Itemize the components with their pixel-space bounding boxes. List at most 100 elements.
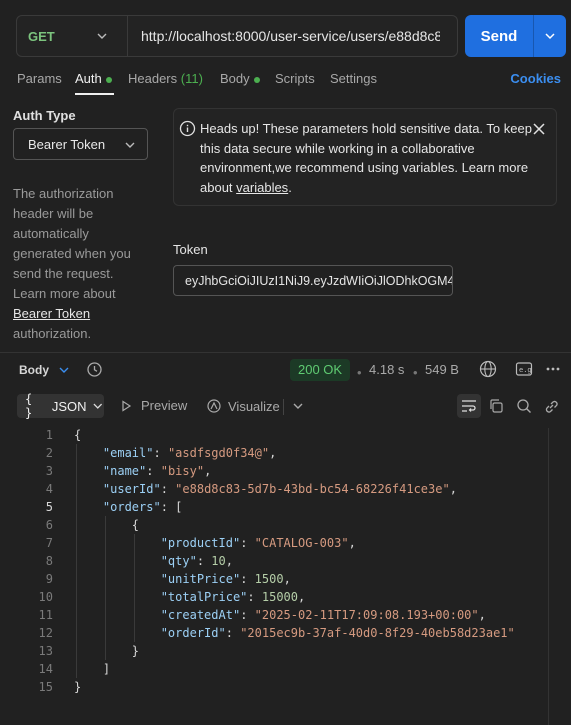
info-icon xyxy=(179,120,196,137)
auth-desc-text: The authorization header will be automat… xyxy=(13,186,131,301)
code-line: 7 "productId": "CATALOG-003", xyxy=(0,534,548,552)
play-icon xyxy=(122,399,132,412)
save-response-icon[interactable]: e.g xyxy=(515,361,533,377)
line-number: 5 xyxy=(45,500,53,514)
code-line: 6 { xyxy=(0,516,548,534)
visualize-button[interactable]: Visualize xyxy=(206,398,280,414)
status-dot xyxy=(105,76,112,83)
visualize-icon xyxy=(207,399,221,413)
tab-label: Scripts xyxy=(275,71,315,86)
response-body-label[interactable]: Body xyxy=(19,363,49,377)
tab-settings[interactable]: Settings xyxy=(330,71,377,86)
status-badge[interactable]: 200 OK xyxy=(290,359,351,381)
wrap-lines-button[interactable] xyxy=(457,394,481,418)
indent-guide xyxy=(104,516,106,660)
code-line: 10 "totalPrice": 15000, xyxy=(0,588,548,606)
code-text: } xyxy=(74,680,82,694)
code-text: "userId": "e88d8c83-5d7b-43bd-bc54-68226… xyxy=(102,482,457,496)
code-text: ] xyxy=(102,662,111,676)
tab-label: Body xyxy=(220,71,250,86)
line-number: 4 xyxy=(45,482,53,496)
code-text: "createdAt": "2025-02-11T17:09:08.193+00… xyxy=(160,608,486,622)
request-tabs: Params Auth Headers (11) Body Scripts Se… xyxy=(17,71,561,91)
code-text: { xyxy=(131,518,140,532)
code-text: "name": "bisy", xyxy=(102,464,212,478)
preview-label: Preview xyxy=(141,398,188,413)
tab-label: Auth xyxy=(75,71,102,86)
code-line: 4 "userId": "e88d8c83-5d7b-43bd-bc54-682… xyxy=(0,480,548,498)
method-select[interactable]: GET xyxy=(17,16,128,56)
token-label: Token xyxy=(173,242,208,257)
response-size[interactable]: 549 B xyxy=(425,362,459,377)
indent-guide xyxy=(133,534,135,642)
notice-tail: . xyxy=(288,179,292,195)
line-number: 9 xyxy=(45,572,53,586)
chevron-down-icon xyxy=(545,33,555,40)
line-number: 15 xyxy=(38,680,53,694)
line-number: 14 xyxy=(38,662,53,676)
format-label: JSON xyxy=(51,398,87,414)
line-number: 12 xyxy=(38,626,53,640)
globe-icon[interactable] xyxy=(479,360,497,378)
send-label: Send xyxy=(480,27,518,45)
variables-link[interactable]: variables xyxy=(236,180,288,195)
auth-desc-tail: authorization. xyxy=(13,326,92,341)
bearer-token-link[interactable]: Bearer Token xyxy=(13,306,90,321)
method-label: GET xyxy=(28,28,55,44)
tab-scripts[interactable]: Scripts xyxy=(275,71,315,86)
tab-label: Params xyxy=(17,71,62,86)
auth-description: The authorization header will be automat… xyxy=(13,184,138,344)
send-options-button[interactable] xyxy=(534,29,566,43)
code-text: "orderId": "2015ec9b-37af-40d0-8f29-40eb… xyxy=(160,626,515,640)
tab-headers[interactable]: Headers (11) xyxy=(128,71,203,86)
code-line: 1{ xyxy=(0,426,548,444)
sensitive-data-notice: Heads up! These parameters hold sensitiv… xyxy=(173,108,557,206)
preview-button[interactable]: Preview xyxy=(120,398,187,413)
line-number: 7 xyxy=(45,536,53,550)
headers-count: (11) xyxy=(180,71,203,86)
tab-label: Settings xyxy=(330,71,377,86)
line-number: 8 xyxy=(45,554,53,568)
chevron-down-icon xyxy=(93,403,103,409)
code-text: "email": "asdfsgd0f34@", xyxy=(102,446,277,460)
vertical-scrollbar[interactable] xyxy=(548,428,549,725)
code-line: 9 "unitPrice": 1500, xyxy=(0,570,548,588)
code-text: } xyxy=(131,644,140,658)
notice-text: Heads up! These parameters hold sensitiv… xyxy=(200,119,532,197)
code-line: 2 "email": "asdfsgd0f34@", xyxy=(0,444,548,462)
code-text: "productId": "CATALOG-003", xyxy=(160,536,356,550)
chevron-down-icon[interactable] xyxy=(292,400,304,412)
close-icon[interactable] xyxy=(532,122,546,136)
separator-dot: • xyxy=(413,365,418,380)
copy-icon[interactable] xyxy=(488,398,504,414)
code-line: 8 "qty": 10, xyxy=(0,552,548,570)
send-button[interactable]: Send xyxy=(465,15,566,57)
auth-type-select[interactable]: Bearer Token xyxy=(13,128,148,160)
request-bar: GET http://localhost:8000/user-service/u… xyxy=(16,15,458,57)
panel-divider[interactable] xyxy=(0,352,571,353)
search-icon[interactable] xyxy=(516,398,532,414)
format-select[interactable]: { } JSON xyxy=(17,392,104,420)
status-dot xyxy=(253,76,260,83)
response-json-viewer[interactable]: 1{2 "email": "asdfsgd0f34@", 3 "name": "b… xyxy=(0,426,548,696)
chevron-down-icon[interactable] xyxy=(58,364,70,376)
code-line: 12 "orderId": "2015ec9b-37af-40d0-8f29-4… xyxy=(0,624,548,642)
tab-body[interactable]: Body xyxy=(220,71,260,86)
code-line: 3 "name": "bisy", xyxy=(0,462,548,480)
response-time[interactable]: 4.18 s xyxy=(369,362,404,377)
code-line: 5 "orders": [ xyxy=(0,498,548,516)
code-text: { xyxy=(74,428,82,442)
tab-params[interactable]: Params xyxy=(17,71,62,86)
more-options-icon[interactable] xyxy=(545,361,561,377)
tab-auth[interactable]: Auth xyxy=(75,71,112,86)
token-input[interactable]: eyJhbGciOiJIUzI1NiJ9.eyJzdWIiOiJlODhkOGM… xyxy=(173,265,453,296)
line-number: 2 xyxy=(45,446,53,460)
cookies-link[interactable]: Cookies xyxy=(510,71,561,86)
code-text: "qty": 10, xyxy=(160,554,233,568)
toolbar-divider xyxy=(283,399,284,415)
line-number: 11 xyxy=(38,608,53,622)
link-icon[interactable] xyxy=(543,398,560,415)
url-input[interactable]: http://localhost:8000/user-service/users… xyxy=(128,28,440,44)
svg-text:e.g: e.g xyxy=(519,366,532,374)
history-icon[interactable] xyxy=(86,361,103,378)
